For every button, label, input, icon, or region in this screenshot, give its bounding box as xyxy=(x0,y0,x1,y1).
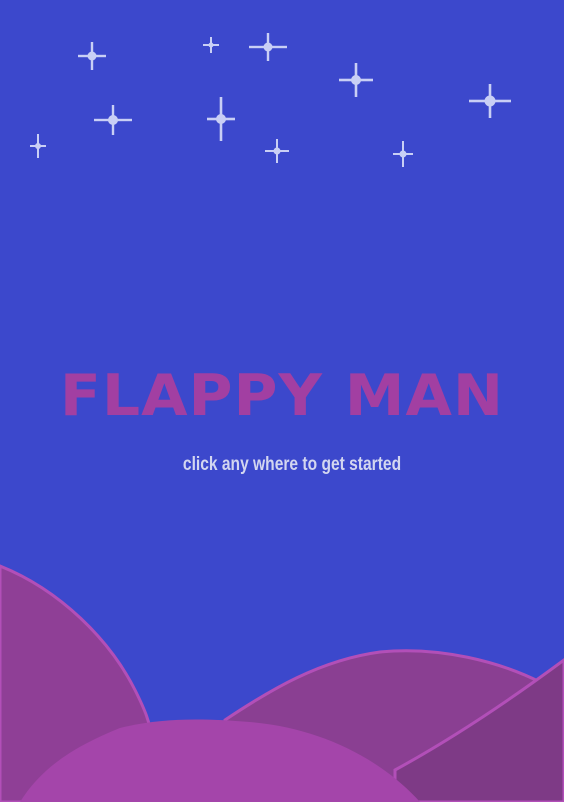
game-start-screen[interactable]: FLAPPY MAN click any where to get starte… xyxy=(0,0,564,802)
hills-background xyxy=(0,564,564,802)
